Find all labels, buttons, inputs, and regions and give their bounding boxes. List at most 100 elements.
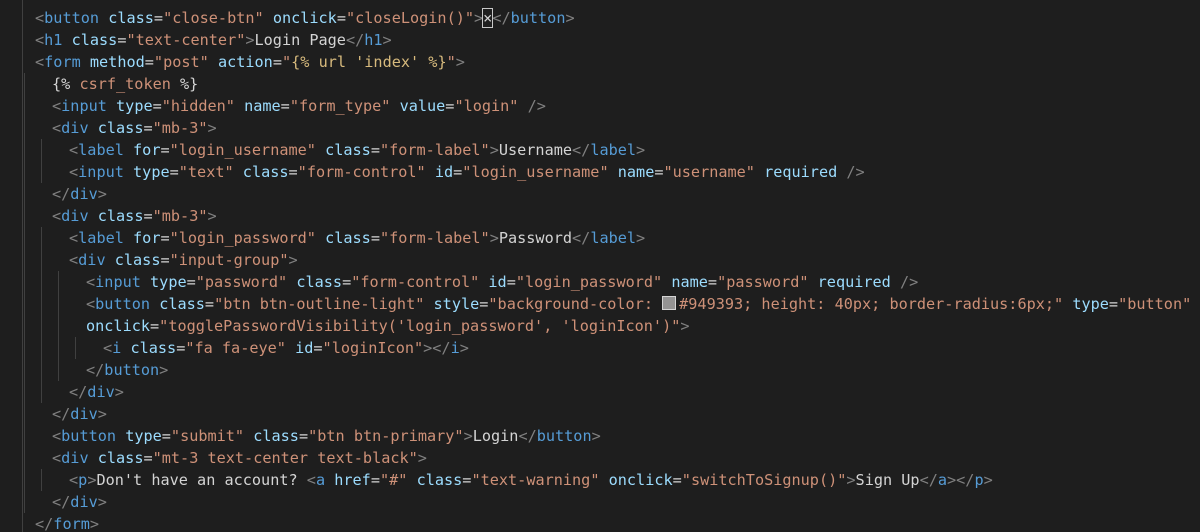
code-token: </: [52, 185, 71, 203]
code-token: >: [97, 493, 107, 511]
code-token: >: [489, 141, 499, 159]
code-token: Login: [472, 427, 519, 445]
code-line[interactable]: </div>: [52, 403, 107, 425]
code-token: >: [207, 207, 217, 225]
code-token: "login_password": [515, 273, 663, 291]
code-line[interactable]: onclick="togglePasswordVisibility('login…: [86, 315, 690, 337]
code-token: "togglePasswordVisibility('login_passwor…: [159, 317, 681, 335]
code-token: button: [61, 427, 117, 445]
code-token: class: [253, 427, 299, 445]
code-line[interactable]: <input type="text" class="form-control" …: [69, 161, 865, 183]
code-line[interactable]: </button>: [86, 359, 168, 381]
code-token: <: [52, 427, 62, 445]
code-token: div: [70, 493, 98, 511]
code-token: "input-group": [169, 251, 289, 269]
code-token: input: [95, 273, 141, 291]
code-token: =: [150, 317, 160, 335]
code-line[interactable]: <label for="login_username" class="form-…: [69, 139, 645, 161]
code-token: a: [937, 471, 948, 489]
code-token: <: [86, 273, 96, 291]
code-token: "closeLogin()": [345, 9, 474, 27]
code-line[interactable]: </form>: [35, 513, 99, 532]
code-token: type: [1072, 295, 1109, 313]
code-token: >: [159, 361, 169, 379]
code-line[interactable]: <input type="password" class="form-contr…: [86, 271, 918, 293]
code-token: form: [44, 53, 81, 71]
code-token: ×: [482, 8, 494, 28]
code-line[interactable]: <h1 class="text-center">Login Page</h1>: [35, 29, 392, 51]
code-line[interactable]: <div class="mb-3">: [52, 205, 217, 227]
code-line[interactable]: </div>: [52, 491, 107, 513]
code-line[interactable]: <button class="close-btn" onclick="close…: [35, 7, 575, 29]
code-token: >: [474, 9, 484, 27]
code-token: type: [150, 273, 187, 291]
code-token: Login Page: [254, 31, 346, 49]
code-line[interactable]: <p>Don't have an account? <a href="#" cl…: [69, 469, 993, 491]
code-editor[interactable]: <button class="close-btn" onclick="close…: [0, 0, 1200, 532]
code-token: class: [325, 229, 371, 247]
code-token: >: [636, 141, 646, 159]
code-token: "mb-3": [152, 119, 208, 137]
code-token: "btn btn-outline-light": [214, 295, 425, 313]
code-token: =: [160, 141, 170, 159]
code-token: =: [298, 427, 309, 445]
code-token: div: [70, 185, 98, 203]
code-token: "#": [379, 471, 408, 489]
code-line[interactable]: </div>: [69, 381, 124, 403]
code-token: =: [144, 53, 154, 71]
code-line[interactable]: <form method="post" action="{% url 'inde…: [35, 51, 465, 73]
code-token: div: [61, 449, 89, 467]
code-line[interactable]: <button class="btn btn-outline-light" st…: [86, 293, 1191, 315]
code-token: =: [1108, 295, 1119, 313]
code-token: href: [334, 471, 371, 489]
code-token: type: [133, 163, 170, 181]
code-token: =: [672, 471, 682, 489]
code-token: class: [97, 449, 144, 467]
code-token: =: [152, 97, 162, 115]
code-token: csrf_token: [79, 75, 171, 93]
code-token: <: [86, 295, 96, 313]
code-token: <: [52, 119, 62, 137]
code-token: class: [71, 31, 118, 49]
code-line[interactable]: </div>: [52, 183, 107, 205]
code-token: "form_type": [289, 97, 391, 115]
code-line[interactable]: <div class="mt-3 text-center text-black"…: [52, 447, 427, 469]
code-token: button: [510, 9, 566, 27]
code-token: button: [104, 361, 160, 379]
code-token: button: [44, 9, 100, 27]
indent-guide: [58, 271, 59, 381]
code-line[interactable]: <div class="mb-3">: [52, 117, 217, 139]
code-token: ": [281, 53, 292, 71]
code-token: onclick: [86, 317, 151, 335]
code-line[interactable]: <div class="input-group">: [69, 249, 298, 271]
code-token: "submit": [170, 427, 245, 445]
code-token: class: [114, 251, 161, 269]
code-line[interactable]: {% csrf_token %}: [52, 73, 198, 95]
code-line[interactable]: <button type="submit" class="btn btn-pri…: [52, 425, 601, 447]
color-swatch-icon[interactable]: [662, 296, 677, 310]
code-token: <: [35, 31, 45, 49]
code-token: ": [446, 53, 456, 71]
code-line[interactable]: <i class="fa fa-eye" id="loginIcon"></i>: [103, 337, 469, 359]
code-token: =: [707, 273, 718, 291]
code-token: >: [846, 471, 856, 489]
code-token: "login_username": [462, 163, 609, 181]
code-token: >: [636, 229, 646, 247]
code-token: =: [169, 163, 179, 181]
code-token: >: [455, 53, 465, 71]
code-token: <: [69, 141, 79, 159]
code-token: type: [125, 427, 162, 445]
code-token: h1: [44, 31, 63, 49]
code-line[interactable]: <input type="hidden" name="form_type" va…: [52, 95, 546, 117]
code-line[interactable]: <label for="login_password" class="form-…: [69, 227, 645, 249]
